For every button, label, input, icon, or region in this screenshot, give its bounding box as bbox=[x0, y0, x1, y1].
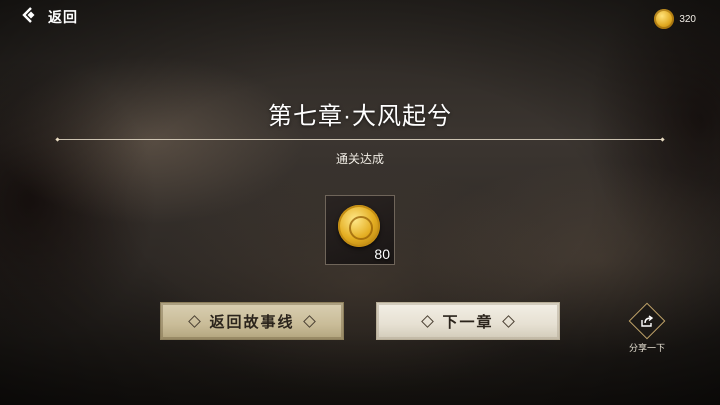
return-to-story-label: 返回故事线 bbox=[209, 312, 295, 331]
title-divider bbox=[58, 139, 662, 140]
currency-amount: 320 bbox=[679, 13, 696, 25]
next-chapter-label: 下一章 bbox=[442, 312, 494, 331]
share-label: 分享一下 bbox=[628, 343, 665, 353]
reward-count: 80 bbox=[374, 246, 390, 262]
next-chapter-button[interactable]: 下一章 bbox=[376, 302, 560, 340]
share-icon bbox=[628, 302, 666, 340]
back-arrow-icon bbox=[22, 6, 40, 29]
currency-display: 320 bbox=[654, 8, 696, 30]
back-button[interactable]: 返回 bbox=[22, 6, 78, 28]
back-label: 返回 bbox=[48, 10, 78, 26]
return-to-story-button[interactable]: 返回故事线 bbox=[160, 302, 344, 340]
chapter-status: 通关达成 bbox=[335, 152, 384, 166]
diamond-ornament-icon bbox=[421, 314, 435, 328]
gold-coin-icon bbox=[338, 205, 380, 247]
diamond-ornament-icon bbox=[501, 314, 515, 328]
diamond-ornament-icon bbox=[302, 314, 316, 328]
chapter-title: 第七章·大风起兮 bbox=[268, 103, 452, 130]
reward-item[interactable]: 80 bbox=[325, 195, 395, 265]
diamond-ornament-icon bbox=[188, 314, 202, 328]
share-button[interactable]: 分享一下 bbox=[624, 302, 670, 354]
gold-coin-icon bbox=[654, 9, 675, 29]
